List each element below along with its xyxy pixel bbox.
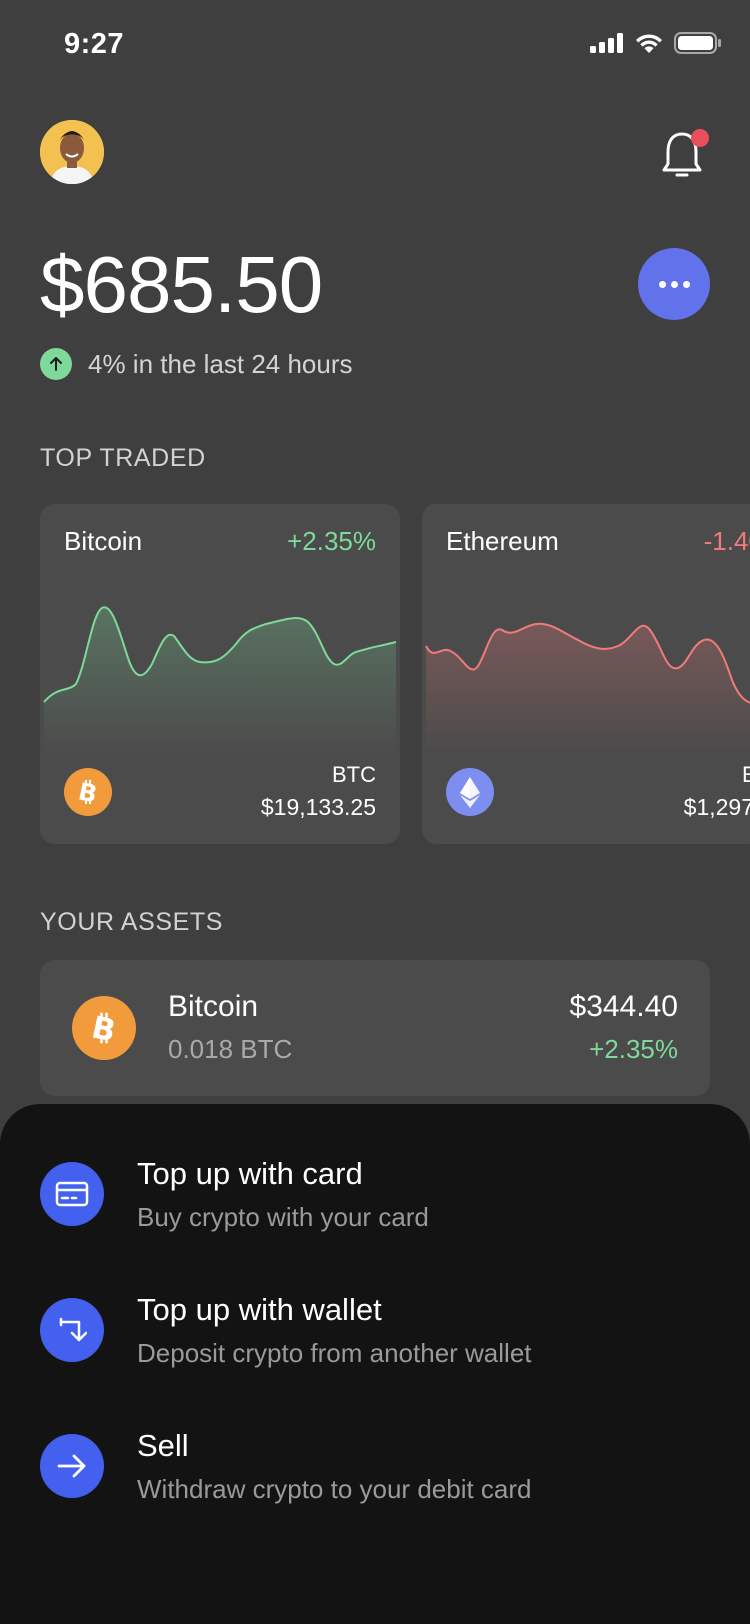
top-traded-title: TOP TRADED <box>40 444 206 472</box>
wifi-icon <box>636 34 662 53</box>
arrow-right-icon <box>40 1434 104 1498</box>
bitcoin-icon: B <box>72 996 136 1060</box>
asset-amount: 0.018 BTC <box>168 1034 293 1064</box>
avatar[interactable] <box>40 120 104 184</box>
status-bar: 9:27 <box>0 0 750 90</box>
balance-amount: $685.50 <box>40 240 323 329</box>
balance-change-text: 4% in the last 24 hours <box>88 348 353 379</box>
coin-card-symbol: BTC <box>332 762 376 787</box>
action-title: Top up with wallet <box>137 1292 382 1327</box>
ethereum-icon <box>446 768 494 816</box>
action-subtitle: Buy crypto with your card <box>137 1202 429 1232</box>
arrow-up-icon <box>40 348 72 380</box>
more-options-button[interactable] <box>638 248 710 320</box>
balance-change: 4% in the last 24 hours <box>40 348 353 380</box>
coin-card-price: $19,133.25 <box>260 794 376 820</box>
your-assets-title: YOUR ASSETS <box>40 908 224 936</box>
coin-card-change: +2.35% <box>287 526 376 556</box>
coin-card-symbol: ETH <box>742 762 750 787</box>
avatar-image <box>40 120 104 184</box>
coin-card-change: -1.40% <box>703 526 750 556</box>
deposit-arrow-icon <box>40 1298 104 1362</box>
signal-icon <box>590 33 623 53</box>
action-subtitle: Deposit crypto from another wallet <box>137 1338 532 1368</box>
action-title: Sell <box>137 1428 189 1463</box>
battery-icon <box>674 32 721 54</box>
action-title: Top up with card <box>137 1156 363 1191</box>
action-subtitle: Withdraw crypto to your debit card <box>137 1474 532 1504</box>
svg-text:B: B <box>89 1010 119 1047</box>
sell-action[interactable]: Sell Withdraw crypto to your debit card <box>0 1428 750 1534</box>
bitcoin-icon: B <box>64 768 112 816</box>
asset-value: $344.40 <box>569 990 678 1023</box>
status-icons <box>590 32 722 54</box>
status-time: 9:27 <box>64 28 125 60</box>
asset-row-bitcoin[interactable]: B Bitcoin 0.018 BTC $344.40 +2.35% <box>40 960 710 1096</box>
ethereum-sparkline <box>425 622 750 754</box>
top-up-wallet-action[interactable]: Top up with wallet Deposit crypto from a… <box>0 1292 750 1398</box>
top-up-card-action[interactable]: Top up with card Buy crypto with your ca… <box>0 1156 750 1262</box>
card-icon <box>40 1162 104 1226</box>
bell-icon <box>662 129 709 177</box>
more-horizontal-icon <box>658 280 666 288</box>
asset-name: Bitcoin <box>168 990 259 1023</box>
action-sheet: Top up with card Buy crypto with your ca… <box>0 1104 750 1624</box>
asset-change: +2.35% <box>589 1034 678 1064</box>
svg-text:B: B <box>76 777 100 807</box>
coin-card-bitcoin[interactable]: Bitcoin +2.35% B BTC $19,133.25 <box>40 504 400 844</box>
coin-card-name: Bitcoin <box>64 526 143 556</box>
notification-button[interactable] <box>660 128 710 184</box>
coin-card-price: $1,297.12 <box>683 794 750 820</box>
bitcoin-sparkline <box>43 606 397 754</box>
coin-card-ethereum[interactable]: Ethereum -1.40% ETH $1,297.12 <box>422 504 750 844</box>
coin-card-name: Ethereum <box>446 526 559 556</box>
